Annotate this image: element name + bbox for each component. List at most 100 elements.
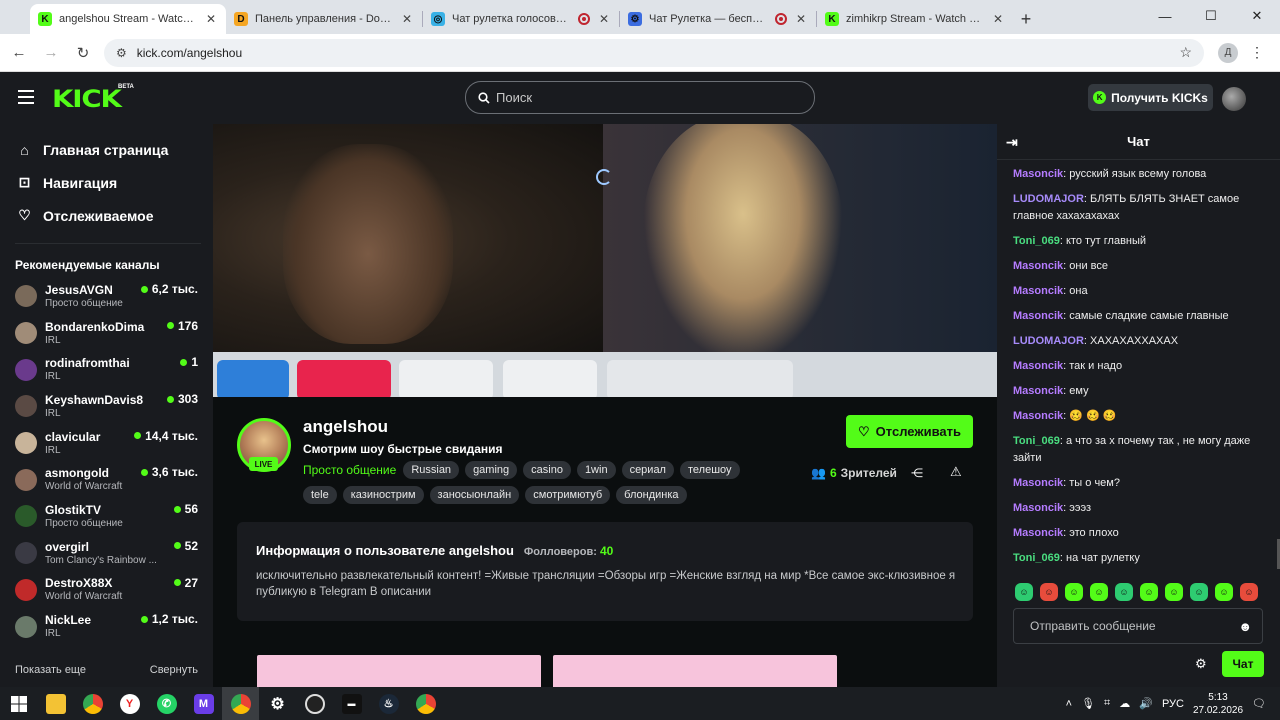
chat-username[interactable]: Masoncik [1013,502,1063,514]
chat-username[interactable]: Masoncik [1013,385,1063,397]
recommended-channel[interactable]: KeyshawnDavis8 IRL 303 [15,388,213,425]
menu-icon[interactable] [18,90,34,104]
emote-icon[interactable]: ☺ [1115,583,1133,601]
emote-icon[interactable]: ☺ [1040,583,1058,601]
taskbar-yandex[interactable]: Y [111,687,148,720]
sidebar-nav-item[interactable]: ⌂ Главная страница [17,133,213,166]
site-info-icon[interactable]: ⚙ [116,46,127,60]
taskbar-obs[interactable] [296,687,333,720]
browser-tab[interactable]: Kzimhikrp Stream - Watch Live o ✕ [817,4,1013,34]
recommended-channel[interactable]: NickLee IRL 1,2 тыс. [15,608,213,645]
tab-close-icon[interactable]: ✕ [794,12,808,26]
taskbar-app-m[interactable]: M [185,687,222,720]
share-icon[interactable]: ⋲ [911,466,923,480]
tab-close-icon[interactable]: ✕ [204,12,218,26]
chat-username[interactable]: Toni_069 [1013,435,1060,447]
kick-logo[interactable]: KICK [52,85,122,113]
tray-chevron-icon[interactable]: ˄ [1066,698,1072,710]
chat-username[interactable]: Masoncik [1013,410,1063,422]
report-warning-icon[interactable]: ⚠ [950,464,962,480]
emote-icon[interactable]: ☺ [1065,583,1083,601]
emote-icon[interactable]: ☺ [1215,583,1233,601]
emote-icon[interactable]: ☺ [1190,583,1208,601]
chat-username[interactable]: LUDOMAJOR [1013,335,1084,347]
volume-icon[interactable]: 🔊 [1139,697,1153,710]
tag-chip[interactable]: 1win [576,461,616,479]
recommended-channel[interactable]: JesusAVGN Просто общение 6,2 тыс. [15,278,213,315]
chat-username[interactable]: Masoncik [1013,360,1063,372]
tab-close-icon[interactable]: ✕ [597,12,611,26]
close-window-button[interactable]: ✕ [1234,0,1280,32]
clock[interactable]: 5:13 27.02.2026 [1193,691,1243,717]
emote-icon[interactable]: ☺ [1090,583,1108,601]
maximize-button[interactable]: ☐ [1188,0,1234,32]
recommended-channel[interactable]: rodinafromthai IRL 1 [15,351,213,388]
video-player[interactable] [213,124,997,397]
omnibox[interactable]: ⚙ kick.com/angelshou ☆ [104,38,1204,67]
notifications-icon[interactable]: 🗨 [1252,697,1266,710]
channel-name[interactable]: angelshou [303,417,388,437]
chat-username[interactable]: Masoncik [1013,285,1063,297]
cloud-icon[interactable]: ☁ [1119,697,1130,710]
reload-button[interactable]: ↻ [68,38,98,68]
emoji-icon[interactable]: ☻ [1238,619,1252,634]
tag-chip[interactable]: телешоу [679,461,740,479]
taskbar-explorer[interactable] [37,687,74,720]
collapse-chat-icon[interactable]: ⇥ [1006,134,1018,151]
tag-chip[interactable]: tele [303,486,337,504]
taskbar-settings[interactable]: ⚙ [259,687,296,720]
chat-username[interactable]: Toni_069 [1013,552,1060,564]
browser-tab[interactable]: D Панель управления - Donation ✕ [226,4,422,34]
emote-icon[interactable]: ☺ [1015,583,1033,601]
chat-input[interactable] [1030,619,1239,633]
tab-close-icon[interactable]: ✕ [991,12,1005,26]
tag-chip[interactable]: смотримютуб [525,486,611,504]
bookmark-star-icon[interactable]: ☆ [1179,44,1192,61]
chat-username[interactable]: Masoncik [1013,260,1063,272]
tab-close-icon[interactable]: ✕ [400,12,414,26]
sidebar-nav-item[interactable]: ♡ Отслеживаемое [17,199,213,232]
taskbar-chrome[interactable] [74,687,111,720]
taskbar-chrome-2[interactable] [407,687,444,720]
new-tab-button[interactable]: + [1013,4,1039,34]
forward-button[interactable]: → [36,38,66,68]
chat-username[interactable]: Masoncik [1013,310,1063,322]
lang-indicator[interactable]: РУС [1162,698,1184,710]
network-icon[interactable]: ⌗ [1104,697,1110,710]
follow-button[interactable]: ♡ Отслеживать [846,415,973,448]
tag-chip[interactable]: заносыонлайн [429,486,520,504]
chat-username[interactable]: Masoncik [1013,168,1063,180]
tag-chip[interactable]: блондинка [616,486,687,504]
chat-send-button[interactable]: Чат [1222,651,1264,677]
recommended-channel[interactable]: asmongold World of Warcraft 3,6 тыс. [15,461,213,498]
tag-chip[interactable]: Russian [403,461,460,479]
search-box[interactable] [465,81,815,114]
profile-avatar[interactable]: Д [1218,42,1238,63]
emote-icon[interactable]: ☺ [1240,583,1258,601]
user-avatar[interactable] [1222,87,1246,111]
microphone-icon[interactable]: 🎙 [1081,697,1095,710]
show-more-link[interactable]: Показать еще [15,664,86,676]
chat-settings-icon[interactable]: ⚙ [1195,656,1207,672]
collapse-link[interactable]: Свернуть [150,664,198,676]
taskbar-app-dark[interactable]: ▬ [333,687,370,720]
recommended-channel[interactable]: DestroX88X World of Warcraft 27 [15,572,213,609]
chat-username[interactable]: LUDOMAJOR [1013,193,1084,205]
emote-icon[interactable]: ☺ [1165,583,1183,601]
tag-chip[interactable]: gaming [465,461,518,479]
recommended-channel[interactable]: overgirl Tom Clancy's Rainbow ... 52 [15,535,213,572]
chat-username[interactable]: Toni_069 [1013,235,1060,247]
browser-tab[interactable]: ◎ Чат рулетка голосовая — ✕ [423,4,619,34]
category-link[interactable]: Просто общение [303,463,396,477]
taskbar-whatsapp[interactable]: ✆ [148,687,185,720]
get-kicks-button[interactable]: K Получить KICKs [1088,84,1213,111]
tag-chip[interactable]: казинострим [342,486,424,504]
start-button[interactable] [0,687,37,720]
emote-icon[interactable]: ☺ [1140,583,1158,601]
taskbar-chrome-active[interactable] [222,687,259,720]
browser-tab[interactable]: Kangelshou Stream - Watch Live ✕ [30,4,226,34]
recommended-channel[interactable]: clavicular IRL 14,4 тыс. [15,425,213,462]
chat-username[interactable]: Masoncik [1013,477,1063,489]
search-input[interactable] [496,90,796,105]
recommended-channel[interactable]: GlostikTV Просто общение 56 [15,498,213,535]
